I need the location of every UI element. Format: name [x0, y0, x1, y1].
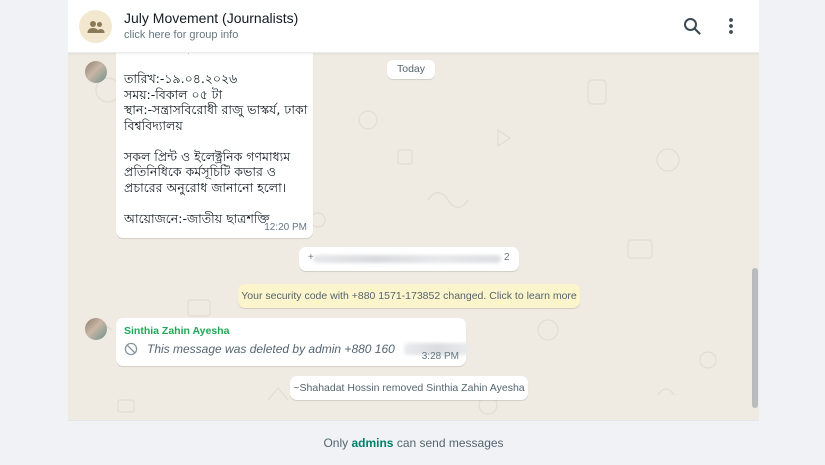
message-time: 3:28 PM — [421, 351, 459, 362]
blocked-icon — [124, 342, 138, 356]
chat-panel: July Movement (Journalists) click here f… — [68, 0, 759, 465]
blurred-text — [313, 255, 501, 263]
scrollbar-thumb[interactable] — [752, 268, 758, 408]
search-icon — [684, 18, 701, 35]
group-avatar[interactable] — [79, 10, 112, 43]
date-separator: Today — [387, 60, 436, 79]
chat-title[interactable]: July Movement (Journalists) — [124, 10, 298, 26]
redacted-notice-end: 2 — [504, 252, 510, 263]
system-notice: ~Shahadat Hossin removed Sinthia Zahin A… — [290, 376, 528, 400]
admin-only-footer: Only admins can send messages — [68, 420, 759, 465]
message-time: 12:20 PM — [264, 222, 307, 233]
sender-avatar[interactable] — [85, 318, 107, 340]
left-margin — [0, 0, 68, 465]
admins-link[interactable]: admins — [351, 436, 393, 450]
right-margin — [759, 0, 825, 465]
message-bubble[interactable]: বিক্ষোভ মিছিল তারিখ:-১৯.০৪.২০২৬ সময়:-বি… — [116, 40, 313, 238]
security-code-notice[interactable]: Your security code with +880 1571-173852… — [238, 284, 580, 308]
search-button[interactable] — [680, 14, 704, 38]
redacted-notice: + 2 — [299, 247, 519, 271]
sender-avatar[interactable] — [85, 61, 107, 83]
message-text: বিক্ষোভ মিছিল তারিখ:-১৯.০৪.২০২৬ সময়:-বি… — [124, 40, 308, 226]
menu-button[interactable] — [719, 14, 743, 38]
deleted-message-text: This message was deleted by admin +880 1… — [147, 342, 395, 356]
chat-header[interactable]: July Movement (Journalists) click here f… — [68, 0, 759, 53]
chat-subtitle[interactable]: click here for group info — [124, 29, 238, 41]
more-vertical-icon — [729, 18, 733, 34]
group-icon — [87, 20, 104, 33]
footer-suffix: can send messages — [393, 436, 504, 450]
footer-prefix: Only — [323, 436, 352, 450]
sender-name[interactable]: Sinthia Zahin Ayesha — [124, 325, 229, 337]
deleted-message-bubble[interactable]: Sinthia Zahin Ayesha This message was de… — [116, 318, 470, 366]
